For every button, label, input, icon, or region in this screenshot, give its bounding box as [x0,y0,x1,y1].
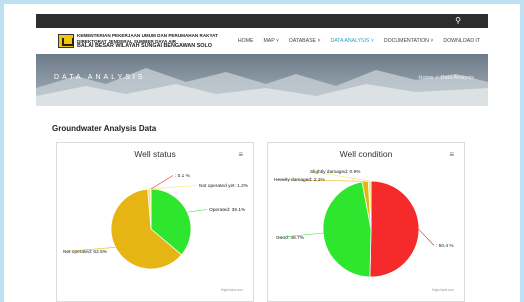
pie-data-label: Good: 46.7% [276,235,305,241]
top-bar: ⚲ [36,14,488,28]
pie-data-label: Not operated: 62.5% [63,249,108,255]
pie-label-connector [150,175,174,190]
pie-data-label: Not operated yet: 1.2% [199,183,249,189]
nav-item-home[interactable]: HOME [238,38,254,44]
pie-data-label: Heavily damaged: 2.1% [274,177,325,183]
nav-item-map[interactable]: MAP ˅ [263,38,279,44]
section-title: Groundwater Analysis Data [52,124,157,133]
well-condition-chart-card: Well condition ≡ : 50.4 % Good: 46.7% Heav… [267,142,465,302]
well-status-pie-chart: Operated: 36.1% Not operated: 62.5% Not op… [63,173,249,270]
breadcrumb-home[interactable]: Home [418,75,433,81]
pie-label-connector [149,185,198,190]
breadcrumb-separator: / [436,75,438,81]
well-status-chart-card: Well status ≡ Operated: 36.1% Not operate… [56,142,254,302]
nav-item-documentation[interactable]: DOCUMENTATION ˅ [384,38,434,44]
logo-line-1: KEMENTERIAN PEKERJAAN UMUM DAN PERUMAHAN… [77,33,218,38]
chart-credit[interactable]: Highcharts.com [221,288,243,292]
breadcrumb: Home / Data Analysis [418,75,474,81]
pie-slice[interactable] [322,181,372,278]
site-logo-text[interactable]: KEMENTERIAN PEKERJAAN UMUM DAN PERUMAHAN… [77,33,218,50]
search-icon[interactable]: ⚲ [455,16,461,25]
pie-label-connector [418,229,435,246]
nav-item-data-analysis[interactable]: DATA ANALYSIS ˅ [330,38,373,44]
main-navbar: KEMENTERIAN PEKERJAAN UMUM DAN PERUMAHAN… [36,28,488,54]
ministry-logo-icon[interactable] [58,34,74,48]
nav-item-download-it[interactable]: DOWNLOAD IT [443,38,480,44]
pie-data-label: Slightly damaged: 0.9% [310,169,361,175]
breadcrumb-current: Data Analysis [440,75,474,81]
pie-data-label: Operated: 36.1% [209,207,246,213]
pie-label-connector [187,209,208,213]
chart-credit[interactable]: Highcharts.com [432,288,454,292]
pie-data-label: : 50.4 % [436,243,454,249]
nav-menu: HOME MAP ˅ DATABASE ˅ DATA ANALYSIS ˅ DO… [238,38,480,44]
page-title: DATA ANALYSIS [54,74,146,81]
pie-data-label: : 0.1 % [175,173,191,179]
nav-item-database[interactable]: DATABASE ˅ [289,38,320,44]
pie-slice[interactable] [369,180,420,278]
logo-line-3: BALAI BESAR WILAYAH SUNGAI BENGAWAN SOLO [77,43,212,50]
well-condition-pie-chart: : 50.4 % Good: 46.7% Heavily damaged: 2.1%… [274,169,454,278]
page-hero-banner: DATA ANALYSIS Home / Data Analysis [36,54,488,106]
